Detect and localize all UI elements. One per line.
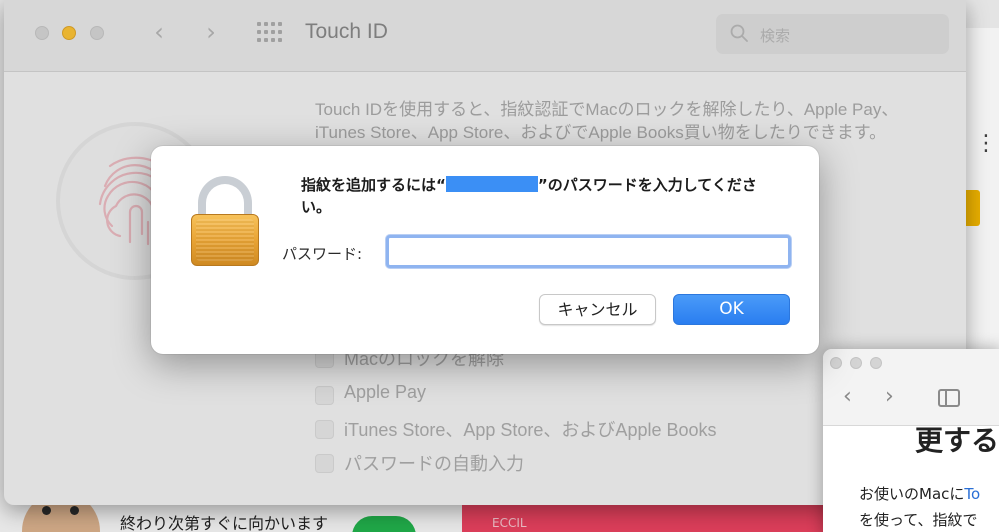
sidebar-toggle-icon[interactable] xyxy=(938,389,960,407)
minimize-window-button[interactable] xyxy=(850,357,862,369)
zoom-window-button[interactable] xyxy=(870,357,882,369)
help-link[interactable]: To xyxy=(964,485,980,503)
help-text-line: お使いのMacにTo xyxy=(859,483,980,504)
password-label: パスワード: xyxy=(282,245,363,263)
password-field[interactable] xyxy=(386,235,791,268)
help-text: お使いのMacに xyxy=(859,485,965,503)
dialog-message: 指紋を追加するには“ ”のパスワードを入力してください。 xyxy=(301,174,781,218)
help-viewer-toolbar: ‹ › xyxy=(823,349,999,426)
ok-button[interactable]: OK xyxy=(673,294,790,325)
redacted-username xyxy=(445,176,538,192)
forward-chevron-icon[interactable]: › xyxy=(885,385,894,409)
cancel-button[interactable]: キャンセル xyxy=(539,294,656,325)
help-text-line: を使って、指紋で xyxy=(859,511,978,529)
dialog-message-start: 指紋を追加するには“ xyxy=(301,176,446,194)
help-heading: 更する xyxy=(915,425,999,456)
close-window-button[interactable] xyxy=(830,357,842,369)
lock-icon xyxy=(189,176,261,268)
help-viewer-window: ‹ › 更する お使いのMacにTo を使って、指紋で xyxy=(823,349,999,532)
password-dialog: 指紋を追加するには“ ”のパスワードを入力してください。 パスワード: キャンセル… xyxy=(151,146,819,354)
back-chevron-icon[interactable]: ‹ xyxy=(843,385,852,409)
